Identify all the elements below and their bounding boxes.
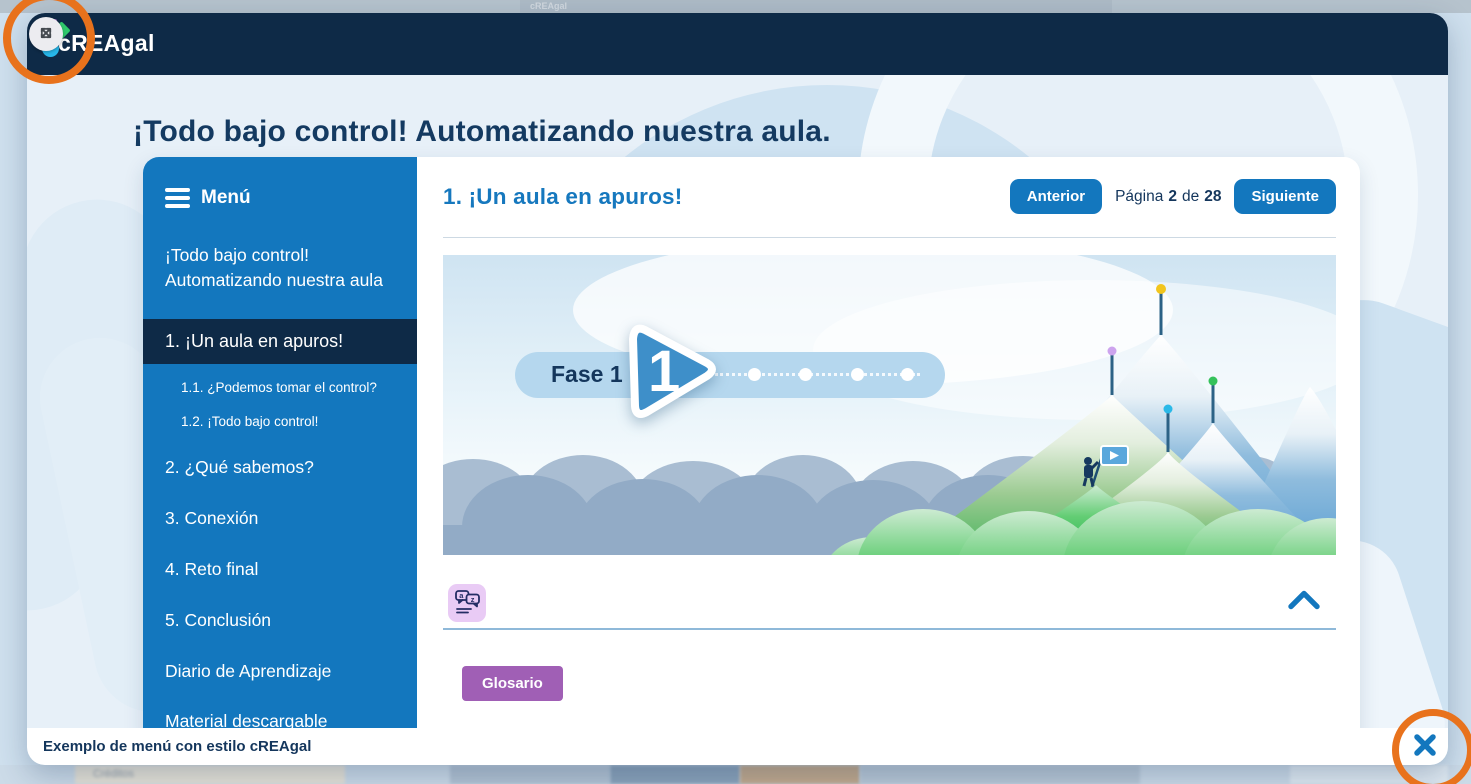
sidebar-item-1-selected[interactable]: 1. ¡Un aula en apuros! <box>143 319 417 365</box>
course-card: Menú ¡Todo bajo control! Automatizando n… <box>143 157 1360 728</box>
creagal-header-bar: cREAgal <box>27 13 1448 75</box>
background-blur-block <box>1290 765 1448 784</box>
svg-text:z: z <box>470 595 474 604</box>
progress-dot <box>901 368 914 381</box>
lesson-illustration: Fase 1 1 <box>443 255 1336 555</box>
close-button[interactable] <box>1408 730 1442 764</box>
hamburger-icon <box>165 188 190 208</box>
page-title: ¡Todo bajo control! Automatizando nuestr… <box>133 115 831 149</box>
lesson-heading: 1. ¡Un aula en apuros! <box>443 184 682 210</box>
expand-icon <box>36 23 56 46</box>
sidebar-nav: ¡Todo bajo control! Automatizando nuestr… <box>143 243 417 728</box>
screenshot-stage: cREAgal Créditos cREAgal <box>0 0 1471 784</box>
sidebar-item-1-2[interactable]: 1.2. ¡Todo bajo control! <box>143 414 417 429</box>
example-lightbox: cREAgal ¡Todo bajo control! Automatizand… <box>27 13 1448 765</box>
progress-dot <box>748 368 761 381</box>
sidebar-item-5[interactable]: 5. Conclusión <box>143 608 417 633</box>
creagal-logo: cREAgal <box>58 30 155 57</box>
background-blur-block <box>860 765 1140 784</box>
sidebar-item-4[interactable]: 4. Reto final <box>143 557 417 582</box>
glossary-divider <box>443 628 1336 630</box>
background-page-top: cREAgal <box>0 0 1471 13</box>
sidebar-item-material[interactable]: Material descargable <box>143 709 417 728</box>
background-blur-block <box>740 765 860 784</box>
phase-label: Fase 1 <box>551 361 623 388</box>
sidebar-item-3[interactable]: 3. Conexión <box>143 506 417 531</box>
collapse-section-button[interactable] <box>1284 587 1324 613</box>
background-blur-block <box>610 765 740 784</box>
background-blur-block <box>450 765 610 784</box>
next-button[interactable]: Siguiente <box>1234 179 1336 214</box>
sidebar-item-diario[interactable]: Diario de Aprendizaje <box>143 659 417 684</box>
caption-bar: Exemplo de menú con estilo cREAgal <box>27 728 1448 765</box>
chevron-up-icon <box>1286 601 1322 616</box>
svg-text:a: a <box>459 591 464 600</box>
expand-button[interactable] <box>29 17 63 51</box>
background-page-header: cREAgal <box>520 0 1112 13</box>
page-indicator: Página 2 de 28 <box>1115 188 1221 206</box>
caption-text: Exemplo de menú con estilo cREAgal <box>43 738 311 755</box>
menu-label: Menú <box>201 187 251 209</box>
lesson-page-body: ¡Todo bajo control! Automatizando nuestr… <box>27 75 1448 728</box>
phase-play-badge[interactable]: 1 <box>615 313 727 429</box>
background-faint-credits: Créditos <box>75 765 345 784</box>
glossary-icon-button[interactable]: a z <box>448 584 486 622</box>
progress-dot <box>851 368 864 381</box>
mountains-graphic <box>443 255 1336 555</box>
progress-dotline <box>715 373 920 376</box>
sidebar-item-1-1[interactable]: 1.1. ¿Podemos tomar el control? <box>143 380 417 395</box>
previous-button[interactable]: Anterior <box>1010 179 1102 214</box>
phase-banner: Fase 1 <box>515 352 945 398</box>
phase-number: 1 <box>648 339 680 404</box>
pagination: Anterior Página 2 de 28 Siguiente <box>1010 179 1336 214</box>
background-page-bottom: Créditos <box>0 765 1471 784</box>
lesson-content: 1. ¡Un aula en apuros! Anterior Página 2… <box>417 157 1360 728</box>
glosario-button[interactable]: Glosario <box>462 666 563 701</box>
course-sidebar: Menú ¡Todo bajo control! Automatizando n… <box>143 157 417 728</box>
header-divider <box>443 237 1336 238</box>
close-icon <box>1412 732 1438 761</box>
sidebar-item-portada[interactable]: ¡Todo bajo control! Automatizando nuestr… <box>143 243 417 293</box>
glossary-icon: a z <box>454 588 481 618</box>
sidebar-item-2[interactable]: 2. ¿Qué sabemos? <box>143 455 417 480</box>
menu-toggle[interactable]: Menú <box>165 187 417 209</box>
progress-dot <box>799 368 812 381</box>
